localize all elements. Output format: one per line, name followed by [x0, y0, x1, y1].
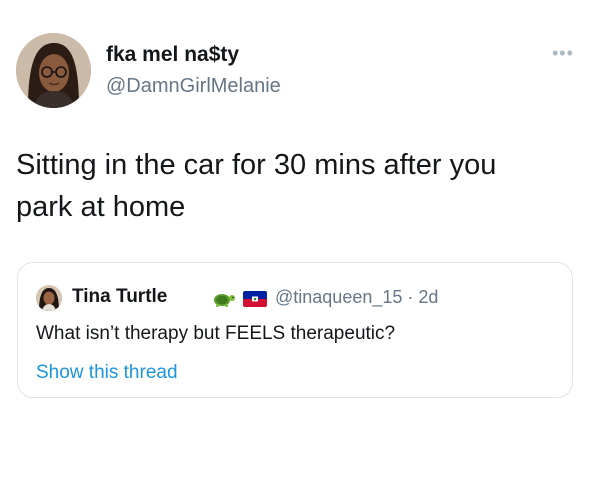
profile-photo-icon	[16, 33, 91, 108]
quoted-handle-and-time[interactable]: @tinaqueen_15 · 2d	[275, 287, 438, 308]
more-options-icon[interactable]: •••	[552, 44, 574, 62]
quoted-author-avatar[interactable]	[36, 285, 62, 311]
turtle-emoji-icon	[214, 294, 235, 307]
quoted-tweet-text: What isn’t therapy but FEELS therapeutic…	[36, 323, 396, 344]
tweet-card: fka mel na$ty @DamnGirlMelanie ••• Sitti…	[0, 0, 600, 492]
haiti-flag-icon	[243, 291, 267, 307]
author-display-name[interactable]: fka mel na$ty	[106, 43, 239, 67]
show-thread-link[interactable]: Show this thread	[36, 362, 178, 384]
tweet-text-line: Sitting in the car for 30 mins after you	[16, 149, 497, 181]
quoted-author-name[interactable]: Tina Turtle	[72, 286, 167, 308]
author-handle[interactable]: @DamnGirlMelanie	[106, 75, 281, 98]
author-avatar[interactable]	[16, 33, 91, 108]
tweet-text-line: park at home	[16, 191, 186, 223]
quoted-tweet[interactable]: Tina Turtle @tinaqueen_15 · 2d What isn’…	[17, 262, 573, 398]
quoted-profile-photo-icon	[36, 285, 62, 311]
tweet-text: Sitting in the car for 30 mins after you…	[16, 144, 576, 228]
